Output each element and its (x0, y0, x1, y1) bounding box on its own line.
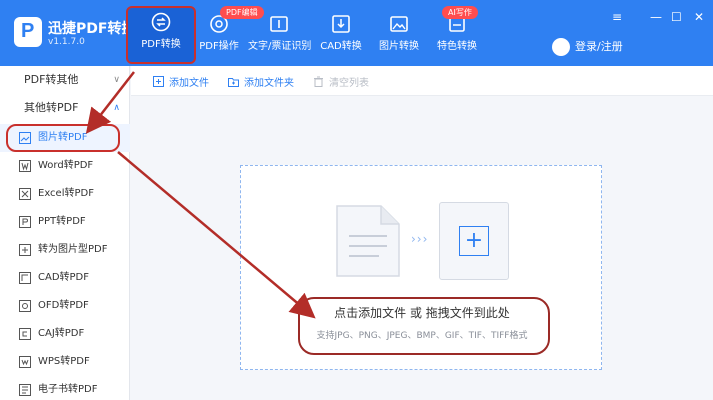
ofd-file-icon (19, 300, 31, 312)
sidebar-item-word-to-pdf[interactable]: Word转PDF (0, 152, 130, 180)
tab-label: PDF操作 (199, 41, 239, 52)
clear-list-label: 清空列表 (329, 78, 369, 89)
group-label: 其他转PDF (24, 101, 79, 114)
ppt-file-icon (19, 216, 31, 228)
plus-glyph: + (464, 228, 484, 253)
sidebar-item-excel-to-pdf[interactable]: Excel转PDF (0, 180, 130, 208)
logo-letter: P (21, 20, 35, 42)
tab-label: 文字/票证识别 (248, 41, 312, 52)
maximize-icon[interactable]: ☐ (671, 10, 682, 24)
menu-icon[interactable]: ≡ (612, 10, 622, 24)
image-pdf-icon (19, 244, 31, 256)
ocr-icon (270, 16, 288, 32)
tab-label: CAD转换 (320, 41, 362, 52)
annotation-highlight-sidebar (6, 124, 120, 152)
sidebar-item-label: Excel转PDF (38, 188, 94, 199)
sidebar-group-pdf-to-other[interactable]: PDF转其他 ∨ (0, 66, 130, 94)
tab-pdf-convert[interactable]: PDF转换 (126, 6, 196, 64)
wps-file-icon (19, 356, 31, 368)
tab-label: PDF转换 (141, 39, 181, 50)
excel-file-icon (19, 188, 31, 200)
sidebar-item-wps-to-pdf[interactable]: WPS转PDF (0, 348, 130, 376)
chevron-down-icon: ∨ (113, 75, 120, 85)
sidebar-item-ofd-to-pdf[interactable]: OFD转PDF (0, 292, 130, 320)
arrows-glyph: ››› (411, 232, 429, 246)
login-button[interactable]: 登录/注册 (552, 38, 623, 56)
convert-icon (151, 12, 171, 32)
add-folder-label: 添加文件夹 (244, 78, 294, 89)
chevron-up-icon: ∧ (113, 103, 120, 113)
app-header: P 迅捷PDF转换器 v1.1.7.0 PDF转换 PDF编辑 PDF操作 文字… (0, 0, 713, 66)
document-illustration-icon (336, 205, 400, 277)
tab-label: 图片转换 (379, 41, 419, 52)
image-icon (390, 16, 408, 32)
sidebar-item-label: PPT转PDF (38, 216, 86, 227)
sidebar-item-to-image-pdf[interactable]: 转为图片型PDF (0, 236, 130, 264)
sidebar-item-ppt-to-pdf[interactable]: PPT转PDF (0, 208, 130, 236)
sidebar-group-other-to-pdf[interactable]: 其他转PDF ∧ (0, 94, 130, 122)
minimize-icon[interactable]: — (650, 10, 662, 24)
login-label: 登录/注册 (575, 40, 623, 53)
add-folder-icon (228, 78, 239, 87)
sidebar-item-label: Word转PDF (38, 160, 94, 171)
toolbar: 添加文件 添加文件夹 清空列表 (131, 66, 713, 96)
cad-icon (332, 15, 350, 33)
sidebar-item-label: 转为图片型PDF (38, 244, 108, 255)
caj-file-icon (19, 328, 31, 340)
sidebar-item-label: 电子书转PDF (38, 384, 98, 395)
tab-pdf-operate[interactable]: PDF编辑 PDF操作 (198, 6, 264, 58)
sidebar-item-label: WPS转PDF (38, 356, 90, 367)
sidebar-item-cad-to-pdf[interactable]: CAD转PDF (0, 264, 130, 292)
tab-ocr[interactable]: 文字/票证识别 (248, 10, 312, 58)
tab-special[interactable]: AI写作 特色转换 (436, 6, 478, 58)
tab-image[interactable]: 图片转换 (378, 10, 420, 58)
ebook-file-icon (19, 384, 31, 396)
clear-list-button[interactable]: 清空列表 (313, 74, 369, 89)
group-label: PDF转其他 (24, 73, 79, 86)
annotation-highlight-dropzone (298, 297, 550, 355)
close-icon[interactable]: ✕ (694, 10, 704, 24)
cad-file-icon (19, 272, 31, 284)
sidebar-item-ebook-to-pdf[interactable]: 电子书转PDF (0, 376, 130, 400)
avatar (552, 38, 570, 56)
sidebar-item-label: CAD转PDF (38, 272, 90, 283)
app-logo: P (14, 17, 42, 47)
sidebar: PDF转其他 ∨ 其他转PDF ∧ 图片转PDF Word转PDF Excel转… (0, 66, 130, 400)
sidebar-item-label: OFD转PDF (38, 300, 89, 311)
tab-label: 特色转换 (437, 41, 477, 52)
sidebar-item-label: CAJ转PDF (38, 328, 85, 339)
add-file-icon (153, 76, 164, 87)
trash-icon (314, 76, 323, 87)
add-file-button[interactable]: 添加文件 (153, 74, 209, 89)
add-file-label: 添加文件 (169, 78, 209, 89)
add-folder-button[interactable]: 添加文件夹 (228, 74, 294, 89)
add-placeholder-box: + (439, 202, 509, 280)
app-version: v1.1.7.0 (48, 37, 85, 47)
word-file-icon (19, 160, 31, 172)
tab-cad[interactable]: CAD转换 (320, 10, 362, 58)
sidebar-item-caj-to-pdf[interactable]: CAJ转PDF (0, 320, 130, 348)
nav-badge: AI写作 (442, 6, 478, 19)
